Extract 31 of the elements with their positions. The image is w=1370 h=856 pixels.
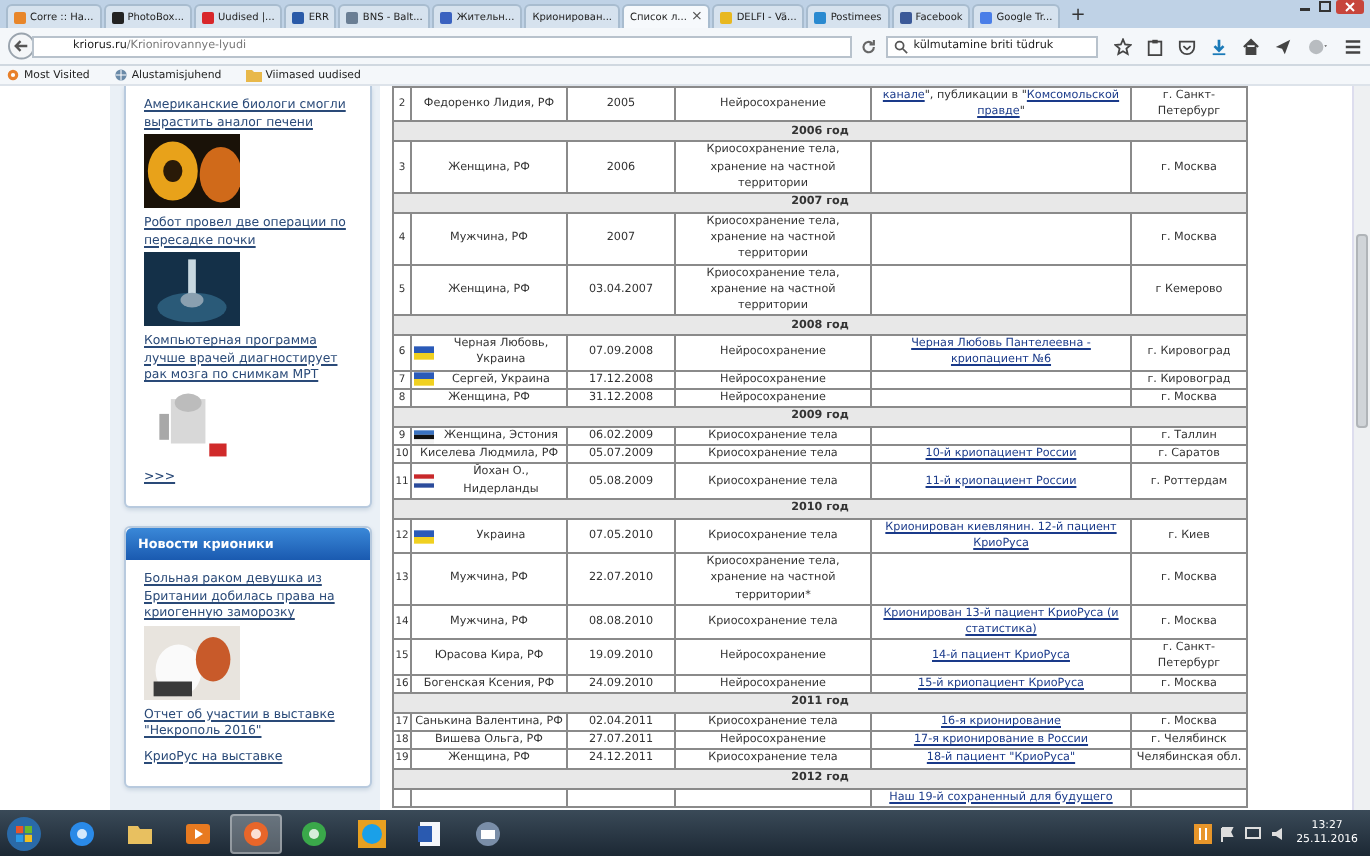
- flag-icon: [414, 345, 434, 360]
- chat-icon: [358, 819, 386, 847]
- download-icon[interactable]: [1210, 37, 1228, 55]
- flag-icon: [414, 474, 434, 489]
- send-icon[interactable]: [1274, 37, 1292, 55]
- document-icon: [416, 819, 444, 847]
- flag-icon: [414, 429, 434, 444]
- close-icon[interactable]: [1336, 0, 1364, 14]
- browser-icon: [68, 819, 96, 847]
- bookmark-star-icon[interactable]: [1114, 37, 1132, 55]
- notification-icon[interactable]: [1194, 823, 1213, 843]
- home-icon[interactable]: [1242, 37, 1260, 55]
- network-icon[interactable]: [1244, 825, 1263, 841]
- browser-icon: [300, 819, 328, 847]
- search-icon: [893, 39, 908, 53]
- new-tab-button[interactable]: +: [1062, 6, 1094, 28]
- start-button[interactable]: [6, 815, 42, 851]
- reload-icon[interactable]: [860, 37, 878, 55]
- menu-icon[interactable]: [1344, 37, 1362, 55]
- taskbar-app[interactable]: [230, 813, 282, 853]
- scrollbar-thumb[interactable]: [1356, 234, 1368, 428]
- pocket-icon[interactable]: [1178, 37, 1196, 55]
- maximize-icon[interactable]: [1316, 0, 1334, 14]
- mail-icon: [474, 819, 502, 847]
- scrollbar[interactable]: [1352, 86, 1370, 810]
- flag-icon: [414, 529, 434, 544]
- flag-icon[interactable]: [1220, 825, 1237, 841]
- flag-icon: [414, 372, 434, 387]
- browser-icon: [242, 819, 270, 847]
- clipboard-icon[interactable]: [1146, 37, 1164, 55]
- play-icon: [184, 819, 212, 847]
